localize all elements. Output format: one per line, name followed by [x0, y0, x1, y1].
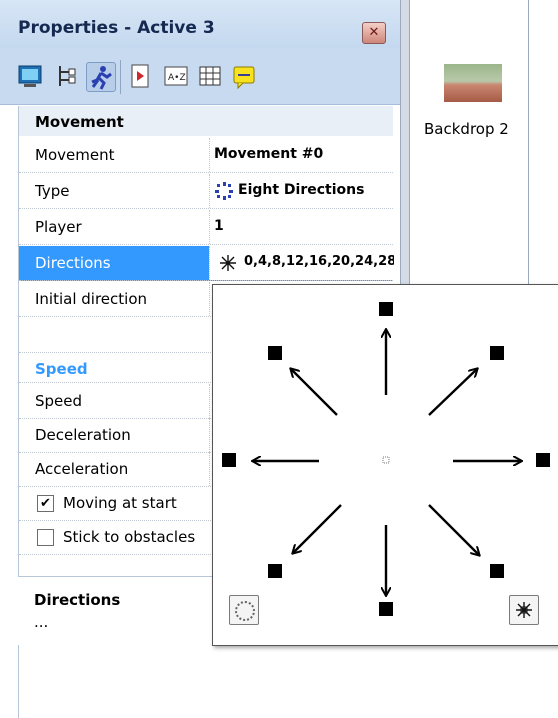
- backdrop-label: Backdrop 2: [424, 120, 509, 138]
- properties-titlebar: Properties - Active 3 ✕: [0, 0, 400, 48]
- values-icon[interactable]: A•Z: [162, 62, 190, 90]
- direction-north-east-toggle[interactable]: [490, 346, 504, 360]
- direction-east-toggle[interactable]: [536, 453, 550, 467]
- row-value[interactable]: 1: [209, 210, 394, 244]
- direction-west-toggle[interactable]: [222, 453, 236, 467]
- all-directions-button[interactable]: [509, 595, 539, 625]
- asterisk-icon: [514, 600, 534, 620]
- runtime-icon[interactable]: [126, 62, 154, 90]
- row-label: Type: [35, 182, 70, 200]
- directions-popup: [212, 284, 558, 646]
- section-movement[interactable]: Movement: [19, 106, 393, 136]
- row-label: Deceleration: [35, 426, 131, 444]
- checkbox-label: Stick to obstacles: [63, 528, 196, 546]
- direction-south-toggle[interactable]: [379, 602, 393, 616]
- stick-to-obstacles-checkbox[interactable]: [37, 529, 54, 546]
- row-label: Directions: [35, 254, 111, 272]
- movement-icon[interactable]: [86, 62, 116, 92]
- row-label: Movement: [35, 146, 115, 164]
- row-directions[interactable]: Directions 0,4,8,12,16,20,24,28: [19, 246, 394, 281]
- display-icon[interactable]: [16, 62, 44, 90]
- row-value[interactable]: Eight Directions: [209, 174, 394, 208]
- dotted-circle-icon: [235, 601, 255, 621]
- row-label: Acceleration: [35, 460, 129, 478]
- direction-north-toggle[interactable]: [379, 302, 393, 316]
- row-value[interactable]: Movement #0: [209, 138, 394, 172]
- eight-directions-icon: [214, 181, 234, 205]
- row-player[interactable]: Player 1: [19, 210, 393, 245]
- section-label: Movement: [35, 113, 124, 131]
- backdrop-thumbnail[interactable]: [444, 64, 502, 102]
- row-value[interactable]: 0,4,8,12,16,20,24,28: [209, 246, 394, 280]
- player-value: 1: [214, 218, 224, 234]
- type-value: Eight Directions: [238, 182, 365, 198]
- directions-star-icon: [218, 253, 238, 277]
- moving-at-start-checkbox[interactable]: ✔: [37, 495, 54, 512]
- row-label: Initial direction: [35, 290, 148, 308]
- arrow-north-west: [291, 369, 338, 416]
- row-movement[interactable]: Movement Movement #0: [19, 138, 393, 173]
- clear-directions-button[interactable]: [229, 595, 259, 625]
- row-type[interactable]: Type Eight Directions: [19, 174, 393, 209]
- direction-north-west-toggle[interactable]: [268, 346, 282, 360]
- movement-value: Movement #0: [214, 146, 324, 162]
- checkbox-label: Moving at start: [63, 494, 177, 512]
- close-button[interactable]: ✕: [362, 22, 386, 44]
- arrow-south-west: [293, 504, 342, 553]
- help-text: ...: [34, 613, 49, 631]
- section-label: Speed: [35, 360, 88, 378]
- directions-value: 0,4,8,12,16,20,24,28: [244, 254, 394, 269]
- direction-selector: [222, 302, 550, 616]
- panel-title: Properties - Active 3: [18, 18, 215, 38]
- about-icon[interactable]: [230, 62, 258, 90]
- arrow-north-east: [428, 369, 477, 416]
- events-icon[interactable]: [52, 62, 80, 90]
- help-title: Directions: [34, 591, 121, 609]
- center-marker: [382, 456, 390, 464]
- direction-south-west-toggle[interactable]: [268, 564, 282, 578]
- row-label: Speed: [35, 392, 83, 410]
- arrow-south-east: [428, 504, 479, 555]
- row-label: Player: [35, 218, 82, 236]
- toolbar-separator: [120, 60, 121, 94]
- grid-icon[interactable]: [196, 62, 224, 90]
- svg-text:A•Z: A•Z: [168, 73, 186, 83]
- direction-south-east-toggle[interactable]: [490, 564, 504, 578]
